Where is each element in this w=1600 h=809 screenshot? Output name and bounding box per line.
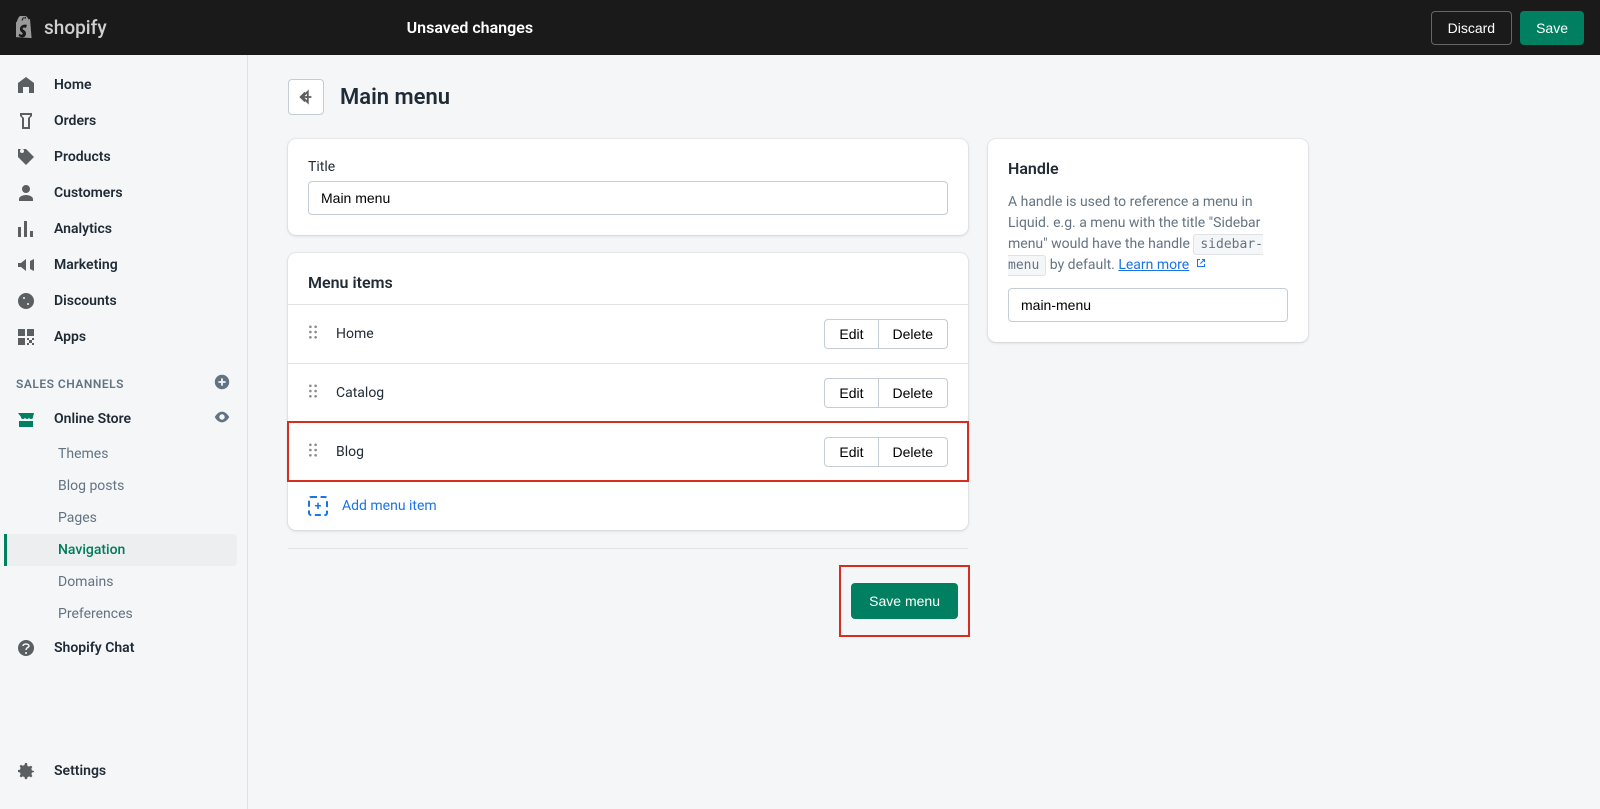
nav-label: Products (54, 149, 111, 165)
nav-label: Settings (54, 763, 106, 779)
sales-channels-header: SALES CHANNELS (0, 355, 247, 400)
footer-actions: Save menu (288, 548, 968, 635)
menu-item-row-highlighted: Blog Edit Delete (288, 422, 968, 481)
discounts-icon (16, 291, 36, 311)
subnav-domains[interactable]: Domains (4, 566, 247, 598)
save-button[interactable]: Save (1520, 11, 1584, 45)
section-label: SALES CHANNELS (16, 377, 124, 391)
handle-card: Handle A handle is used to reference a m… (988, 139, 1308, 342)
menu-item-row: Home Edit Delete (288, 304, 968, 363)
title-label: Title (308, 159, 948, 175)
menu-item-name: Blog (336, 444, 824, 460)
page-title: Main menu (340, 85, 450, 110)
handle-description: A handle is used to reference a menu in … (1008, 192, 1288, 276)
edit-button[interactable]: Edit (824, 437, 878, 467)
nav-label: Analytics (54, 221, 112, 237)
title-card: Title (288, 139, 968, 235)
nav-label: Marketing (54, 257, 118, 273)
subnav-pages[interactable]: Pages (4, 502, 247, 534)
customers-icon (16, 183, 36, 203)
shopify-logo[interactable]: shopify (16, 16, 107, 40)
drag-handle-icon[interactable] (308, 325, 322, 343)
chat-icon (16, 638, 36, 658)
home-icon (16, 75, 36, 95)
add-menu-item-button[interactable]: + Add menu item (288, 481, 968, 530)
analytics-icon (16, 219, 36, 239)
sidebar-item-analytics[interactable]: Analytics (0, 211, 247, 247)
external-link-icon (1195, 257, 1207, 269)
logo-text: shopify (44, 16, 107, 39)
add-icon: + (308, 496, 328, 516)
delete-button[interactable]: Delete (879, 319, 948, 349)
nav-label: Online Store (54, 411, 131, 427)
subnav-themes[interactable]: Themes (4, 438, 247, 470)
sidebar-item-marketing[interactable]: Marketing (0, 247, 247, 283)
learn-more-link[interactable]: Learn more (1118, 257, 1189, 273)
nav-label: Discounts (54, 293, 117, 309)
store-icon (16, 409, 36, 429)
menu-items-heading: Menu items (288, 253, 968, 304)
edit-button[interactable]: Edit (824, 319, 878, 349)
nav-label: Orders (54, 113, 96, 129)
delete-button[interactable]: Delete (879, 378, 948, 408)
sidebar-item-settings[interactable]: Settings (0, 753, 247, 789)
nav-label: Home (54, 77, 92, 93)
gear-icon (16, 761, 36, 781)
topbar-actions: Discard Save (1431, 11, 1584, 45)
sidebar-item-orders[interactable]: Orders (0, 103, 247, 139)
view-store-icon[interactable] (213, 408, 231, 430)
handle-input[interactable] (1008, 288, 1288, 322)
nav-label: Apps (54, 329, 86, 345)
sidebar-item-apps[interactable]: Apps (0, 319, 247, 355)
sidebar: Home Orders Products Customers Analytics… (0, 55, 248, 809)
topbar: shopify Unsaved changes Discard Save (0, 0, 1600, 55)
page-header: Main menu (288, 79, 1308, 115)
title-input[interactable] (308, 181, 948, 215)
menu-item-name: Home (336, 326, 824, 342)
add-menu-item-label: Add menu item (342, 498, 437, 514)
marketing-icon (16, 255, 36, 275)
sidebar-item-customers[interactable]: Customers (0, 175, 247, 211)
sidebar-item-home[interactable]: Home (0, 67, 247, 103)
unsaved-changes-label: Unsaved changes (407, 18, 533, 37)
save-menu-highlight: Save menu (841, 567, 968, 635)
apps-icon (16, 327, 36, 347)
sidebar-item-online-store[interactable]: Online Store (0, 400, 247, 438)
menu-item-name: Catalog (336, 385, 824, 401)
menu-items-card: Menu items Home Edit Delete Catalog (288, 253, 968, 530)
sidebar-item-discounts[interactable]: Discounts (0, 283, 247, 319)
sidebar-item-products[interactable]: Products (0, 139, 247, 175)
subnav-preferences[interactable]: Preferences (4, 598, 247, 630)
subnav-navigation[interactable]: Navigation (4, 534, 237, 566)
save-menu-button[interactable]: Save menu (851, 583, 958, 619)
add-channel-icon[interactable] (213, 373, 231, 394)
delete-button[interactable]: Delete (879, 437, 948, 467)
main-content: Main menu Title Menu items Home E (248, 55, 1348, 809)
back-button[interactable] (288, 79, 324, 115)
drag-handle-icon[interactable] (308, 384, 322, 402)
nav-label: Customers (54, 185, 123, 201)
handle-heading: Handle (1008, 159, 1288, 178)
drag-handle-icon[interactable] (308, 443, 322, 461)
subnav-blog-posts[interactable]: Blog posts (4, 470, 247, 502)
nav-label: Shopify Chat (54, 640, 134, 656)
edit-button[interactable]: Edit (824, 378, 878, 408)
products-icon (16, 147, 36, 167)
menu-item-row: Catalog Edit Delete (288, 363, 968, 422)
discard-button[interactable]: Discard (1431, 11, 1512, 45)
orders-icon (16, 111, 36, 131)
sidebar-item-shopify-chat[interactable]: Shopify Chat (0, 630, 247, 666)
online-store-subnav: Themes Blog posts Pages Navigation Domai… (4, 438, 247, 630)
arrow-left-icon (297, 88, 315, 106)
